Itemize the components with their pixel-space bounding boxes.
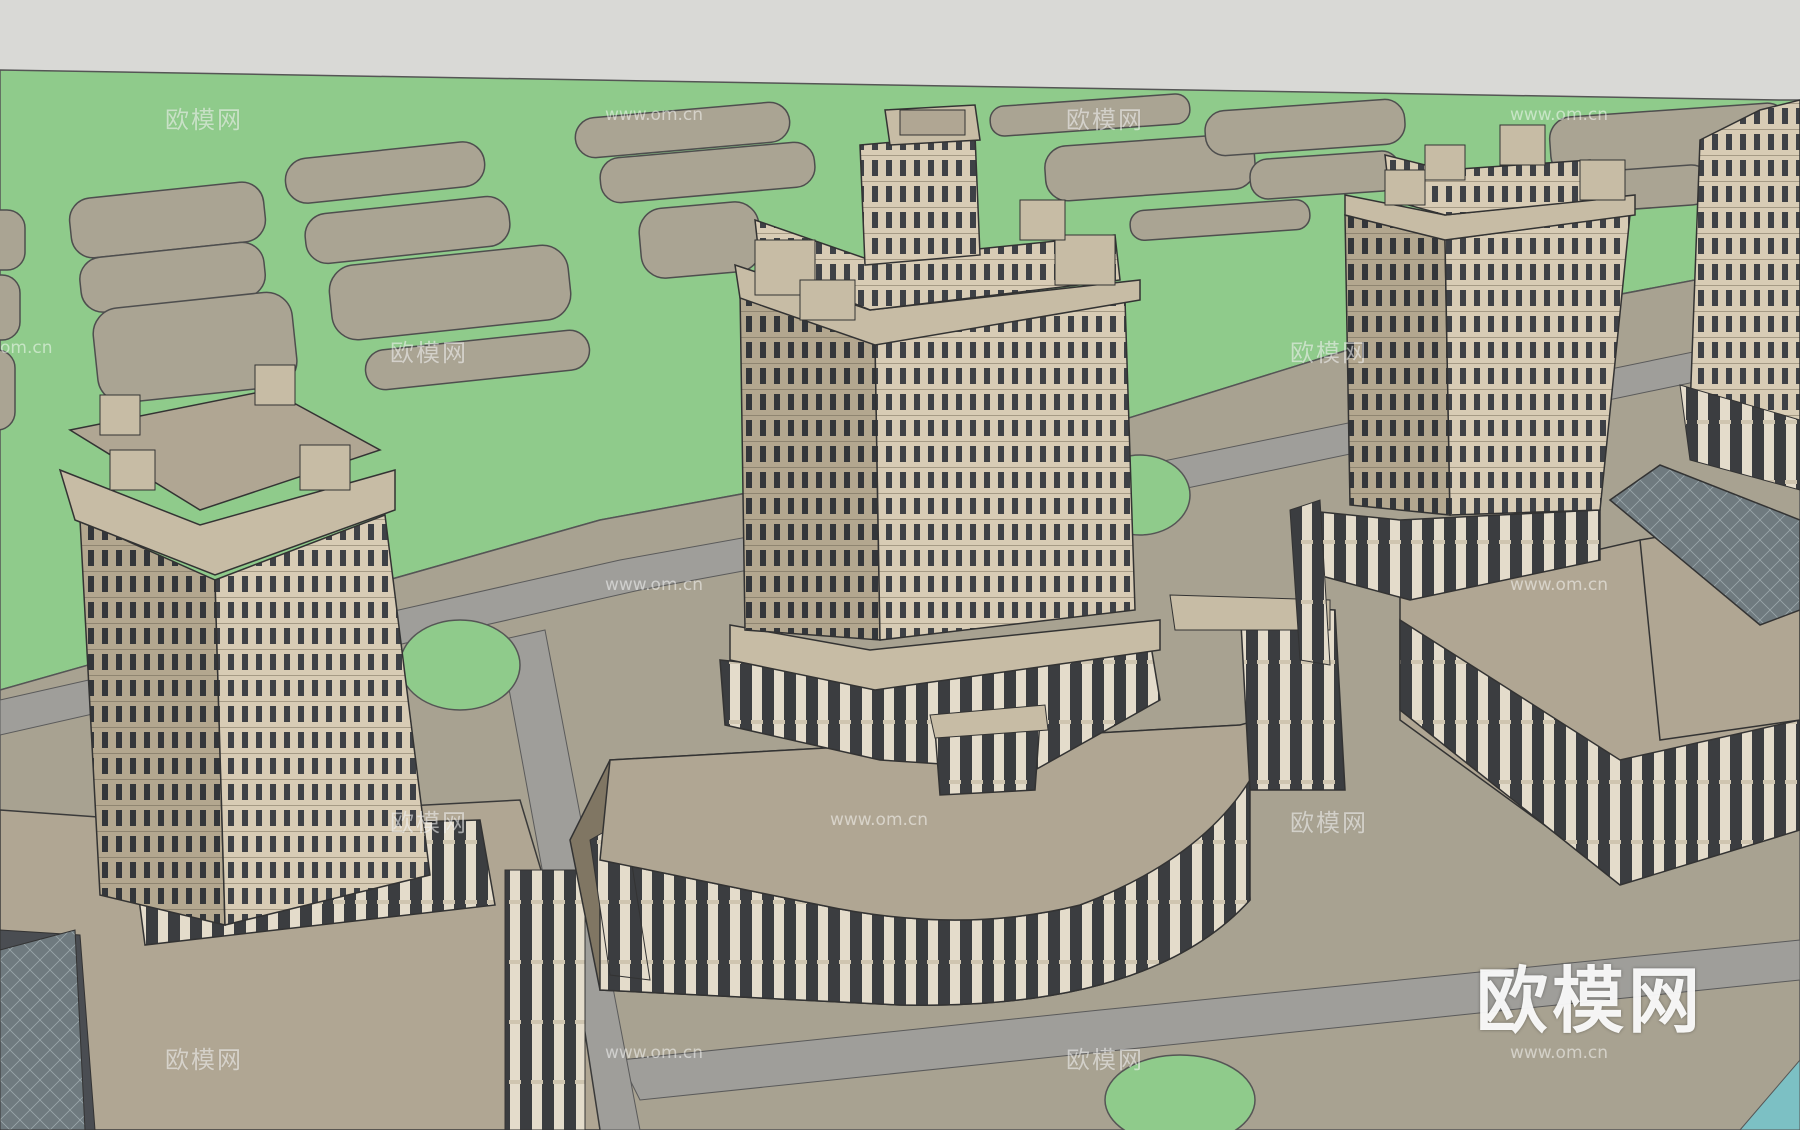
rendering-viewport: 欧模网 欧模网 欧模网 欧模网 欧模网 欧模网 欧模网 欧模网 www.om.c… (0, 0, 1800, 1130)
watermark-logo: 欧模网 (1476, 959, 1705, 1043)
left-skylight (0, 929, 86, 1130)
lawn-left (399, 619, 521, 711)
